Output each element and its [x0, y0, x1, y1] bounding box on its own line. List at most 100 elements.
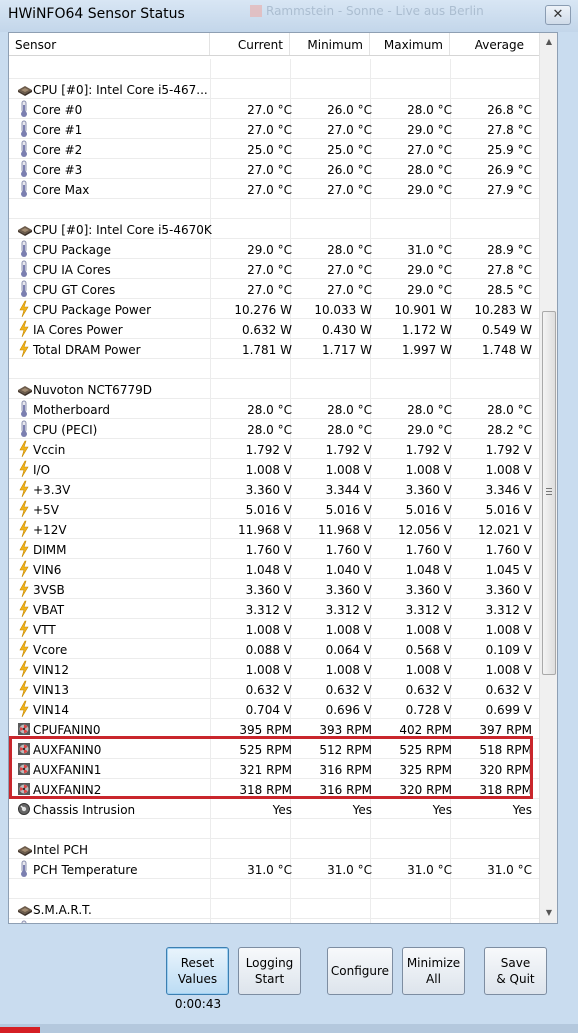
sensor-row[interactable]: Core #3 27.0 °C 26.0 °C 28.0 °C 26.9 °C [9, 159, 539, 179]
sensor-name: CPU Package [33, 243, 111, 257]
maximum-value: 12.056 V [397, 523, 452, 537]
sensor-row[interactable]: VIN12 1.008 V 1.008 V 1.008 V 1.008 V [9, 659, 539, 679]
average-value: 1.760 V [485, 543, 532, 557]
sensor-row[interactable]: +3.3V 3.360 V 3.344 V 3.360 V 3.346 V [9, 479, 539, 499]
sensor-group-row[interactable]: CPU [#0]: Intel Core i5-467... [9, 79, 539, 99]
sensor-name: AUXFANIN1 [33, 763, 102, 777]
maximum-value: 5.016 V [405, 503, 452, 517]
sensor-name: CPU IA Cores [33, 263, 111, 277]
header-current[interactable]: Current [210, 33, 290, 55]
maximum-value: 1.048 V [405, 563, 452, 577]
sensor-row[interactable]: CPUFANIN0 395 RPM 393 RPM 402 RPM 397 RPM [9, 719, 539, 739]
lightning-icon [17, 340, 31, 358]
logging-button[interactable]: Logging Start [238, 947, 301, 995]
header-minimum[interactable]: Minimum [290, 33, 370, 55]
sensor-name: Core #3 [33, 163, 83, 177]
minimum-value: 27.0 °C [327, 183, 372, 197]
sensor-row[interactable]: AUXFANIN0 525 RPM 512 RPM 525 RPM 518 RPM [9, 739, 539, 759]
current-value: 395 RPM [239, 723, 292, 737]
sensor-group-row[interactable]: CPU [#0]: Intel Core i5-4670K [9, 219, 539, 239]
sensor-row[interactable]: CPU (PECI) 28.0 °C 28.0 °C 29.0 °C 28.2 °C [9, 419, 539, 439]
sensor-row[interactable]: Core #0 27.0 °C 26.0 °C 28.0 °C 26.8 °C [9, 99, 539, 119]
sensor-row[interactable]: CPU IA Cores 27.0 °C 27.0 °C 29.0 °C 27.8 °C [9, 259, 539, 279]
average-value: 5.016 V [485, 503, 532, 517]
sensor-row[interactable]: I/O 1.008 V 1.008 V 1.008 V 1.008 V [9, 459, 539, 479]
sensor-row[interactable]: IA Cores Power 0.632 W 0.430 W 1.172 W 0.549… [9, 319, 539, 339]
sensor-row[interactable]: VIN6 1.048 V 1.040 V 1.048 V 1.045 V [9, 559, 539, 579]
header-maximum[interactable]: Maximum [370, 33, 450, 55]
chip-icon [17, 900, 32, 918]
scroll-down-icon[interactable]: ▼ [540, 904, 558, 922]
minimum-value: 1.792 V [325, 443, 372, 457]
lightning-icon [17, 620, 31, 638]
sensor-name: VIN14 [33, 703, 69, 717]
sensor-row[interactable]: VTT 1.008 V 1.008 V 1.008 V 1.008 V [9, 619, 539, 639]
maximum-value: 1.760 V [405, 543, 452, 557]
maximum-value: 1.008 V [405, 663, 452, 677]
sensor-row[interactable]: VBAT 3.312 V 3.312 V 3.312 V 3.312 V [9, 599, 539, 619]
sensor-row[interactable]: Total DRAM Power 1.781 W 1.717 W 1.997 W 1.7… [9, 339, 539, 359]
sensor-name: Vcore [33, 643, 68, 657]
header-sensor[interactable]: Sensor [9, 33, 210, 55]
fan-icon [17, 780, 31, 798]
average-value: 0.109 V [485, 643, 532, 657]
scrollbar-thumb[interactable] [542, 311, 556, 675]
sensor-row[interactable]: AUXFANIN2 318 RPM 316 RPM 320 RPM 318 RPM [9, 779, 539, 799]
minimum-value: 26.0 °C [327, 163, 372, 177]
average-value: 320 RPM [479, 763, 532, 777]
sensor-row[interactable]: +12V 11.968 V 11.968 V 12.056 V 12.021 V [9, 519, 539, 539]
average-value: 28.0 °C [487, 403, 532, 417]
sensor-row[interactable]: Vccin 1.792 V 1.792 V 1.792 V 1.792 V [9, 439, 539, 459]
blank-row [9, 199, 539, 219]
sensor-row[interactable]: CPU GT Cores 27.0 °C 27.0 °C 29.0 °C 28.5 °C [9, 279, 539, 299]
reset-button[interactable]: Reset Values [166, 947, 229, 995]
background-window-title: Rammstein - Sonne - Live aus Berlin [250, 4, 540, 24]
average-value: 12.021 V [477, 523, 532, 537]
average-value: 518 RPM [479, 743, 532, 757]
sensor-row[interactable]: Chassis Intrusion Yes Yes Yes Yes [9, 799, 539, 819]
current-value: 0.088 V [245, 643, 292, 657]
header-average[interactable]: Average [450, 33, 530, 55]
scroll-up-icon[interactable]: ▲ [540, 33, 558, 51]
sensor-row[interactable]: Core #2 25.0 °C 25.0 °C 27.0 °C 25.9 °C [9, 139, 539, 159]
sensor-row[interactable]: Motherboard 28.0 °C 28.0 °C 28.0 °C 28.0 °C [9, 399, 539, 419]
sensor-group-row[interactable]: Intel PCH [9, 839, 539, 859]
sensor-group-row[interactable]: Nuvoton NCT6779D [9, 379, 539, 399]
current-value: 3.360 V [245, 483, 292, 497]
sensor-row[interactable]: Core #1 27.0 °C 27.0 °C 29.0 °C 27.8 °C [9, 119, 539, 139]
maximum-value: 525 RPM [399, 743, 452, 757]
sensor-list[interactable]: Sensor Current Minimum Maximum Average C… [8, 32, 558, 924]
sensor-row[interactable]: 3VSB 3.360 V 3.360 V 3.360 V 3.360 V [9, 579, 539, 599]
minimum-value: 3.344 V [325, 483, 372, 497]
blank-row [9, 359, 539, 379]
minimize-button[interactable]: Minimize All [402, 947, 465, 995]
minimum-value: 0.430 W [321, 323, 372, 337]
sensor-row[interactable]: +5V 5.016 V 5.016 V 5.016 V 5.016 V [9, 499, 539, 519]
sensor-row[interactable]: AUXFANIN1 321 RPM 316 RPM 325 RPM 320 RPM [9, 759, 539, 779]
group-name: Intel PCH [33, 843, 89, 857]
sensor-row[interactable]: CPU Package 29.0 °C 28.0 °C 31.0 °C 28.9 °C [9, 239, 539, 259]
configure-button[interactable]: Configure [327, 947, 393, 995]
sensor-row[interactable]: VIN14 0.704 V 0.696 V 0.728 V 0.699 V [9, 699, 539, 719]
sensor-row[interactable]: Vcore 0.088 V 0.064 V 0.568 V 0.109 V [9, 639, 539, 659]
sensor-row[interactable]: VIN13 0.632 V 0.632 V 0.632 V 0.632 V [9, 679, 539, 699]
maximum-value: 33.0 °C [407, 919, 452, 923]
sensor-name: +5V [33, 503, 59, 517]
sensor-group-row[interactable]: S.M.A.R.T. [9, 899, 539, 919]
sensor-row[interactable]: Core Max 27.0 °C 27.0 °C 29.0 °C 27.9 °C [9, 179, 539, 199]
fan-icon [17, 760, 31, 778]
maximum-value: 31.0 °C [407, 863, 452, 877]
sensor-row[interactable]: Samsung SSD 840 EVO Basi... 33.0 °C 33.0 °… [9, 919, 539, 923]
current-value: 525 RPM [239, 743, 292, 757]
save-button[interactable]: Save & Quit [484, 947, 547, 995]
title-bar[interactable]: HWiNFO64 Sensor Status Rammstein - Sonne… [0, 0, 578, 32]
vertical-scrollbar[interactable]: ▲ ▼ [539, 33, 557, 923]
close-button[interactable]: ✕ [545, 5, 571, 25]
sensor-row[interactable]: CPU Package Power 10.276 W 10.033 W 10.901 … [9, 299, 539, 319]
current-value: 27.0 °C [247, 163, 292, 177]
sensor-row[interactable]: DIMM 1.760 V 1.760 V 1.760 V 1.760 V [9, 539, 539, 559]
minimum-value: 5.016 V [325, 503, 372, 517]
current-value: 1.781 W [241, 343, 292, 357]
sensor-row[interactable]: PCH Temperature 31.0 °C 31.0 °C 31.0 °C 31.0… [9, 859, 539, 879]
thermometer-icon [17, 920, 31, 923]
